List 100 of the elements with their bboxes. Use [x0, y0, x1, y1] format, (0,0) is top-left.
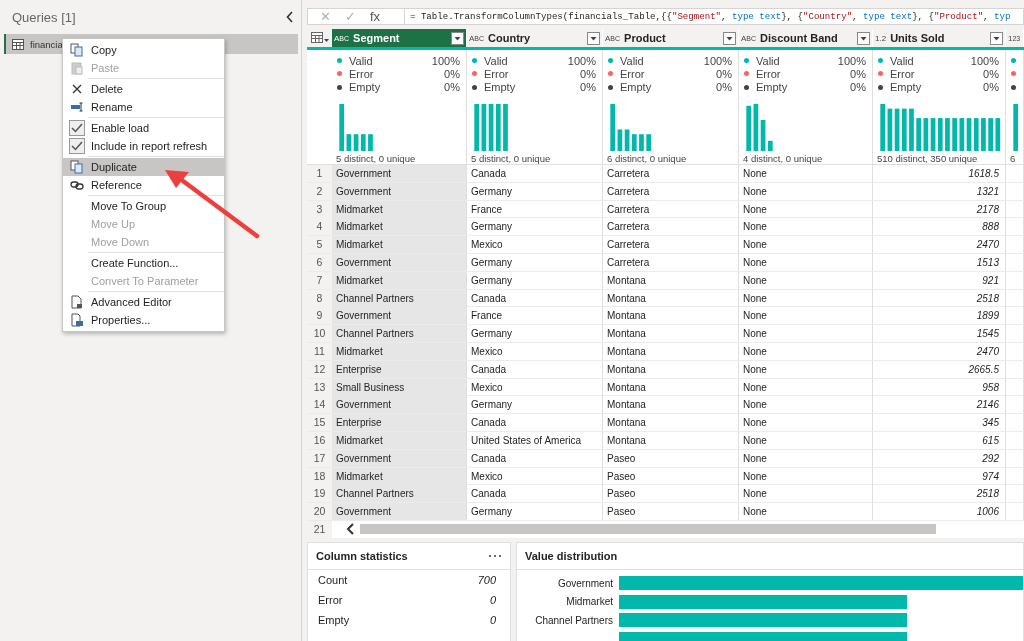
bar-label: Midmarket — [565, 596, 613, 608]
table-cell: 2470 — [873, 342, 1006, 360]
table-cell: Government — [332, 307, 467, 325]
stat-value: 0% — [850, 67, 866, 80]
stat-label: Valid — [756, 54, 781, 67]
table-cell: None — [739, 485, 873, 503]
stat-label: Error — [620, 67, 646, 80]
table-cell: Germany — [467, 254, 603, 271]
row-number: 5 — [307, 236, 332, 254]
table-cell: 2518 — [873, 485, 1006, 503]
table-cell: Mexico — [467, 342, 603, 360]
distinct-count: 6 distinct, 0 unique — [607, 153, 688, 164]
table-cell: None — [739, 449, 873, 467]
stat-label: Error — [890, 67, 916, 80]
table-cell: 958 — [873, 378, 1006, 396]
distinct-count: 5 distinct, 0 unique — [336, 153, 417, 164]
table-cell: 1321 — [873, 182, 1006, 200]
table-cell: 2178 — [873, 200, 1006, 218]
table-cell: Paseo — [603, 503, 739, 521]
table-cell: Paseo — [603, 485, 739, 503]
table-cell: None — [739, 307, 873, 325]
table-cell: 1513 — [873, 254, 1006, 271]
table-cell: None — [739, 431, 873, 449]
table-cell: None — [739, 218, 873, 236]
table-cell: Montana — [603, 431, 739, 449]
table-cell: Midmarket — [332, 218, 467, 236]
stat-label: Error — [756, 67, 782, 80]
table-cell: Midmarket — [332, 236, 467, 254]
stat-label: Empty — [890, 81, 923, 94]
table-cell: None — [739, 271, 873, 289]
row-number: 4 — [307, 218, 332, 236]
stat-label: Empty — [318, 613, 350, 626]
table-cell: Mexico — [467, 378, 603, 396]
table-cell: Germany — [467, 503, 603, 521]
stat-value: 100% — [431, 54, 460, 67]
table-cell: Canada — [467, 165, 603, 182]
row-number: 19 — [307, 485, 332, 503]
table-cell: Paseo — [603, 449, 739, 467]
table-cell: Montana — [603, 271, 739, 289]
table-cell: Montana — [603, 396, 739, 414]
row-number: 1 — [307, 165, 332, 182]
table-cell: None — [739, 467, 873, 485]
table-cell: Montana — [603, 289, 739, 307]
panel-title: Value distribution — [525, 549, 618, 562]
stat-value: 100% — [703, 54, 732, 67]
row-number: 15 — [307, 414, 332, 432]
table-cell: Government — [332, 165, 467, 182]
type-icon: 1.2 — [875, 33, 887, 43]
table-cell: Government — [332, 396, 467, 414]
table-cell: 2470 — [873, 236, 1006, 254]
table-cell: Carretera — [603, 218, 739, 236]
table-cell: 2146 — [873, 396, 1006, 414]
row-number: 20 — [307, 503, 332, 521]
table-cell: Montana — [603, 378, 739, 396]
table-cell: 1899 — [873, 307, 1006, 325]
table-cell: None — [739, 414, 873, 432]
table-cell: Canada — [467, 360, 603, 378]
table-cell: Montana — [603, 325, 739, 343]
table-cell: Germany — [467, 396, 603, 414]
table-cell: 615 — [873, 431, 1006, 449]
stat-label: Error — [484, 67, 510, 80]
table-cell: Germany — [467, 182, 603, 200]
table-cell: Channel Partners — [332, 485, 467, 503]
panel-title: Queries [1] — [12, 9, 76, 25]
stat-label: Empty — [620, 81, 653, 94]
table-cell: None — [739, 342, 873, 360]
stat-label: Empty — [349, 81, 382, 94]
table-cell: Carretera — [603, 165, 739, 182]
table-cell: Enterprise — [332, 414, 467, 432]
table-cell: Germany — [467, 271, 603, 289]
table-cell: France — [467, 307, 603, 325]
table-cell: 974 — [873, 467, 1006, 485]
table-cell: Montana — [603, 360, 739, 378]
stat-value: 0% — [983, 81, 999, 94]
table-cell: 1545 — [873, 325, 1006, 343]
table-cell: None — [739, 503, 873, 521]
table-cell: None — [739, 182, 873, 200]
stat-label: Error — [318, 593, 343, 606]
stat-label: Count — [318, 573, 348, 586]
table-cell: Canada — [467, 449, 603, 467]
row-number: 14 — [307, 396, 332, 414]
table-cell: 921 — [873, 271, 1006, 289]
table-cell: Montana — [603, 342, 739, 360]
table-cell: Carretera — [603, 200, 739, 218]
table-cell: 1006 — [873, 503, 1006, 521]
stat-value: 0 — [489, 593, 496, 606]
table-cell: 292 — [873, 449, 1006, 467]
table-cell: Carretera — [603, 236, 739, 254]
table-cell: Germany — [467, 218, 603, 236]
bar-label: Channel Partners — [534, 614, 613, 626]
table-cell: Canada — [467, 414, 603, 432]
stat-label: Valid — [484, 54, 509, 67]
stat-label: Empty — [756, 81, 789, 94]
table-cell: Canada — [467, 485, 603, 503]
table-cell: 2518 — [873, 289, 1006, 307]
table-cell: Paseo — [603, 467, 739, 485]
panel-title: Column statistics — [316, 549, 408, 562]
table-cell: None — [739, 236, 873, 254]
table-cell: France — [467, 200, 603, 218]
table-cell: None — [739, 165, 873, 182]
